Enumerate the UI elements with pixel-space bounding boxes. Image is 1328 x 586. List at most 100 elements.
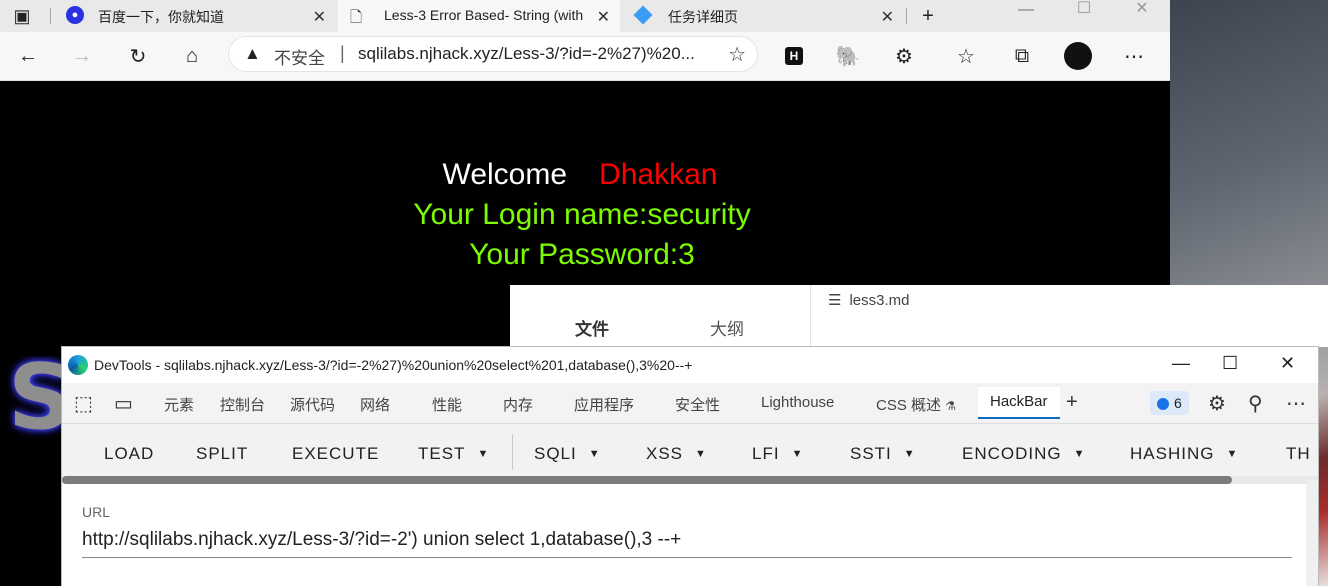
lfi-dropdown[interactable]: LFI ▼	[752, 444, 803, 464]
caret-down-icon: ▼	[695, 448, 707, 460]
favorites-icon[interactable]: ☆	[952, 42, 980, 70]
caret-down-icon: ▼	[1226, 448, 1239, 460]
browser-toolbar: ← → ↻ ⌂ ▲ 不安全 | sqlilabs.njhack.xyz/Less…	[0, 32, 1170, 81]
address-bar[interactable]: ▲ 不安全 | sqlilabs.njhack.xyz/Less-3/?id=-…	[228, 36, 758, 72]
flask-icon: ⚗	[945, 399, 956, 413]
issues-badge[interactable]: 6	[1150, 391, 1189, 415]
evernote-icon[interactable]: 🐘	[834, 42, 862, 70]
home-icon[interactable]: ⌂	[178, 42, 206, 70]
avatar[interactable]	[1064, 42, 1092, 70]
tab-network[interactable]: 网络	[360, 394, 390, 415]
tab-lighthouse[interactable]: Lighthouse	[761, 394, 834, 411]
divider	[512, 434, 513, 470]
welcome-name: Dhakkan	[599, 158, 718, 191]
tab-label: 百度一下，你就知道	[98, 9, 224, 25]
filename: less3.md	[849, 292, 910, 309]
theme-button[interactable]: TH	[1286, 444, 1311, 464]
xss-dropdown[interactable]: XSS ▼	[646, 444, 707, 464]
hackbar-extension-icon[interactable]: H	[780, 42, 808, 70]
hashing-dropdown[interactable]: HASHING ▼	[1130, 444, 1238, 464]
task-diamond-icon	[633, 5, 653, 25]
tab-memory[interactable]: 内存	[503, 394, 533, 415]
menu-icon[interactable]: ☰	[828, 292, 841, 309]
load-button[interactable]: LOAD	[104, 444, 154, 464]
tab-less3[interactable]: 🗋 Less-3 Error Based- String (with ✕	[338, 0, 620, 32]
caret-down-icon: ▼	[477, 448, 490, 460]
close-icon[interactable]: ✕	[881, 7, 894, 27]
tab-security[interactable]: 安全性	[675, 394, 720, 415]
url-input[interactable]	[82, 523, 1292, 558]
issues-count: 6	[1174, 395, 1182, 411]
back-icon[interactable]: ←	[14, 42, 42, 70]
markdown-editor-window: 文件 大纲 ☰ less3.md	[510, 285, 1328, 347]
scrollbar-thumb[interactable]	[62, 476, 1232, 484]
security-label: 不安全	[274, 49, 325, 68]
url-text[interactable]: sqlilabs.njhack.xyz/Less-3/?id=-2%27)%20…	[358, 44, 695, 64]
forward-icon[interactable]: →	[68, 42, 96, 70]
password-line: Your Password:3	[469, 238, 695, 271]
welcome-line: Welcome Dhakkan	[0, 158, 1160, 192]
tab-outline[interactable]: 大纲	[710, 315, 744, 340]
ssti-dropdown[interactable]: SSTI ▼	[850, 444, 916, 464]
divider	[810, 285, 811, 347]
test-label: TEST	[418, 444, 466, 463]
tab-label: 任务详细页	[668, 9, 738, 25]
tab-hackbar[interactable]: HackBar	[978, 387, 1060, 419]
collections-icon[interactable]: ⧉	[1008, 42, 1036, 70]
tab-elements[interactable]: 元素	[164, 394, 194, 415]
tab-files[interactable]: 文件	[575, 315, 609, 340]
minimize-icon[interactable]: —	[1012, 0, 1040, 24]
devtools-title: DevTools - sqlilabs.njhack.xyz/Less-3/?i…	[94, 357, 693, 373]
maximize-icon[interactable]: ☐	[1222, 353, 1238, 374]
devtools-titlebar: DevTools - sqlilabs.njhack.xyz/Less-3/?i…	[62, 347, 1318, 383]
ssti-label: SSTI	[850, 444, 892, 463]
more-tabs-plus-icon[interactable]: +	[1066, 391, 1078, 414]
tab-actions-icon[interactable]: ▣	[8, 2, 36, 30]
more-icon[interactable]: ⋯	[1286, 391, 1306, 416]
horizontal-scrollbar[interactable]	[62, 476, 1318, 484]
settings-gear-icon[interactable]: ⚙	[1208, 391, 1226, 416]
window-close-icon[interactable]: ✕	[1128, 0, 1156, 22]
tab-application[interactable]: 应用程序	[574, 394, 634, 415]
encoding-dropdown[interactable]: ENCODING ▼	[962, 444, 1086, 464]
caret-down-icon: ▼	[588, 448, 601, 460]
maximize-icon[interactable]: ☐	[1070, 0, 1098, 22]
caret-down-icon: ▼	[791, 448, 804, 460]
tab-task-detail[interactable]: 任务详细页 ✕	[622, 0, 904, 32]
tab-baidu[interactable]: ● 百度一下，你就知道 ✕	[56, 0, 336, 32]
close-icon[interactable]: ✕	[313, 7, 326, 27]
more-icon[interactable]: ⋯	[1120, 42, 1148, 70]
tab-sources[interactable]: 源代码	[290, 394, 335, 415]
execute-button[interactable]: EXECUTE	[292, 444, 379, 464]
tab-separator	[906, 8, 907, 24]
devtools-tabbar: ⬚ ▭ 元素 控制台 源代码 网络 性能 内存 应用程序 安全性 Lightho…	[62, 383, 1318, 424]
tab-label: Less-3 Error Based- String (with	[384, 7, 584, 23]
split-button[interactable]: SPLIT	[196, 444, 248, 464]
window-close-icon[interactable]: ✕	[1280, 353, 1295, 374]
tab-performance[interactable]: 性能	[432, 394, 462, 415]
lfi-label: LFI	[752, 444, 780, 463]
new-tab-icon[interactable]: +	[914, 2, 942, 30]
device-emulation-icon[interactable]: ▭	[114, 391, 133, 416]
test-dropdown[interactable]: TEST ▼	[418, 444, 489, 464]
baidu-paw-icon: ●	[66, 6, 84, 24]
encoding-label: ENCODING	[962, 444, 1062, 463]
vertical-scrollbar[interactable]	[1306, 480, 1318, 586]
warning-icon: ▲	[244, 44, 261, 63]
hashing-label: HASHING	[1130, 444, 1215, 463]
tab-css-overview[interactable]: CSS 概述 ⚗	[876, 394, 956, 415]
refresh-icon[interactable]: ↻	[124, 42, 152, 70]
tab-strip: ▣ ● 百度一下，你就知道 ✕ 🗋 Less-3 Error Based- St…	[0, 0, 1170, 32]
extensions-icon[interactable]: ⚙	[890, 42, 918, 70]
sqli-dropdown[interactable]: SQLI ▼	[534, 444, 601, 464]
caret-down-icon: ▼	[903, 448, 916, 460]
inspect-icon[interactable]: ⬚	[74, 391, 93, 416]
close-icon[interactable]: ✕	[597, 7, 610, 27]
customize-icon[interactable]: ⚲	[1248, 391, 1263, 416]
minimize-icon[interactable]: —	[1172, 353, 1190, 374]
tab-console[interactable]: 控制台	[220, 394, 265, 415]
add-favorite-icon[interactable]: ☆	[728, 42, 746, 67]
url-label: URL	[82, 504, 111, 520]
login-name-line: Your Login name:security	[413, 198, 751, 231]
edge-logo-icon	[68, 355, 88, 375]
